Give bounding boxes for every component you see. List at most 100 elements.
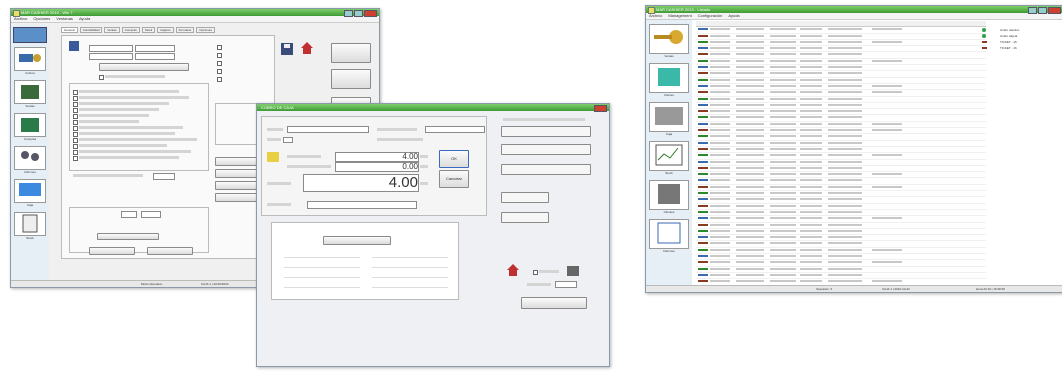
- add-line-button[interactable]: [323, 236, 391, 245]
- table-cell: [736, 185, 764, 188]
- total-field[interactable]: 4.00: [303, 174, 419, 192]
- toolbar-button-cierres[interactable]: [649, 63, 689, 93]
- table-cell: [770, 280, 796, 283]
- line-row: [372, 269, 448, 278]
- side-button[interactable]: [331, 43, 371, 63]
- menu-configuracion[interactable]: Configuración: [698, 13, 723, 19]
- table-cell: [710, 66, 730, 69]
- menu-ayuda[interactable]: Ayuda: [79, 16, 90, 22]
- table-cell: [736, 66, 764, 69]
- table-cell: [710, 47, 730, 50]
- table-cell: [770, 129, 796, 132]
- setting-field[interactable]: [135, 53, 175, 60]
- menu-management[interactable]: Management: [668, 13, 691, 19]
- cancel-button[interactable]: Cancelar: [439, 170, 469, 188]
- setting-field[interactable]: [141, 211, 161, 218]
- side-option-button[interactable]: [501, 164, 591, 175]
- table-cell: [800, 223, 822, 226]
- close-button[interactable]: [1048, 7, 1061, 14]
- field-label: [527, 283, 551, 286]
- toolbar-button-ventas[interactable]: [14, 80, 46, 104]
- tab-cajeros[interactable]: Cajeros: [157, 27, 174, 33]
- setting-field[interactable]: [89, 53, 133, 60]
- setting-field[interactable]: [121, 211, 137, 218]
- ok-button[interactable]: OK: [439, 150, 469, 168]
- toolbar-button-informes[interactable]: [14, 146, 46, 170]
- minimize-button[interactable]: [1028, 7, 1037, 14]
- payment-method-select[interactable]: [307, 201, 417, 209]
- setting-checkbox[interactable]: [217, 77, 222, 82]
- toolbar-button-cobros[interactable]: [14, 47, 46, 71]
- printer-button[interactable]: [89, 247, 135, 255]
- setting-checkbox[interactable]: [99, 75, 104, 80]
- toolbar-button-caja[interactable]: [14, 179, 46, 203]
- setting-button[interactable]: [99, 63, 189, 71]
- maximize-button[interactable]: [1038, 7, 1047, 14]
- setting-checkbox[interactable]: [217, 69, 222, 74]
- toolbar-button-caja[interactable]: [649, 102, 689, 132]
- building-icon: [658, 184, 680, 204]
- close-button[interactable]: [594, 105, 607, 112]
- table-row[interactable]: [696, 279, 986, 283]
- tab-stock[interactable]: Stock: [141, 27, 156, 33]
- side-button[interactable]: [331, 69, 371, 89]
- minimize-button[interactable]: [344, 10, 353, 17]
- amount-field-2[interactable]: 0.00: [335, 162, 419, 172]
- tab-compras[interactable]: Compras: [121, 27, 140, 33]
- menu-ayuda[interactable]: Ayuda: [728, 13, 739, 19]
- toolbar-button-clientes[interactable]: [649, 180, 689, 210]
- option-label: [79, 150, 191, 153]
- table-cell: [710, 147, 730, 150]
- printer-button[interactable]: [147, 247, 193, 255]
- menu-ventanas[interactable]: Ventanas: [56, 16, 73, 22]
- setting-field[interactable]: [89, 45, 133, 52]
- document-field[interactable]: [425, 126, 485, 133]
- table-cell: [710, 122, 730, 125]
- toolbar-button-compras[interactable]: [14, 113, 46, 137]
- line-row: [284, 279, 360, 288]
- copies-field[interactable]: [555, 281, 577, 288]
- side-option-button[interactable]: [501, 126, 591, 137]
- toolbar-button-stock[interactable]: [649, 141, 689, 171]
- close-button[interactable]: [364, 10, 377, 17]
- table-cell: [828, 116, 862, 119]
- setting-field[interactable]: [135, 45, 175, 52]
- operator-field[interactable]: [283, 137, 293, 143]
- amount-value-2: 0.00: [402, 162, 418, 171]
- table-cell: [710, 267, 730, 270]
- menu-opciones[interactable]: Opciones: [33, 16, 50, 22]
- table-cell: [770, 84, 796, 87]
- finish-button[interactable]: [521, 297, 587, 309]
- table-cell: [828, 66, 862, 69]
- maximize-button[interactable]: [354, 10, 363, 17]
- format-button[interactable]: [97, 233, 159, 240]
- amount-field-1[interactable]: 4.00: [335, 152, 419, 162]
- side-option-button[interactable]: [501, 212, 549, 223]
- setting-checkbox[interactable]: [217, 61, 222, 66]
- register-icon: [658, 68, 680, 86]
- tab-general[interactable]: General: [61, 27, 78, 33]
- table-cell: [828, 217, 862, 220]
- option-checkbox[interactable]: [73, 156, 78, 161]
- setting-checkbox[interactable]: [217, 53, 222, 58]
- print-checkbox[interactable]: [533, 270, 538, 275]
- side-option-button[interactable]: [501, 144, 591, 155]
- client-field[interactable]: [287, 126, 369, 133]
- tab-contabilidad[interactable]: Contabilidad: [79, 27, 103, 33]
- tab-ventas[interactable]: Ventas: [104, 27, 120, 33]
- table-cell: [770, 147, 796, 150]
- toolbar-button-informes[interactable]: [649, 219, 689, 249]
- table-cell: [710, 261, 730, 264]
- table-cell: [770, 198, 796, 201]
- table-cell: [872, 217, 902, 220]
- row-type-icon: [698, 198, 708, 201]
- table-cell: [736, 179, 764, 182]
- tab-formatos[interactable]: Formatos: [175, 27, 195, 33]
- table-cell: [770, 179, 796, 182]
- setting-field[interactable]: [153, 173, 175, 180]
- side-option-button[interactable]: [501, 192, 549, 203]
- toolbar-button-ventas[interactable]: [649, 24, 689, 54]
- setting-checkbox[interactable]: [217, 45, 222, 50]
- toolbar-button-stock[interactable]: [14, 212, 46, 236]
- tab-opciones[interactable]: Opciones: [196, 27, 215, 33]
